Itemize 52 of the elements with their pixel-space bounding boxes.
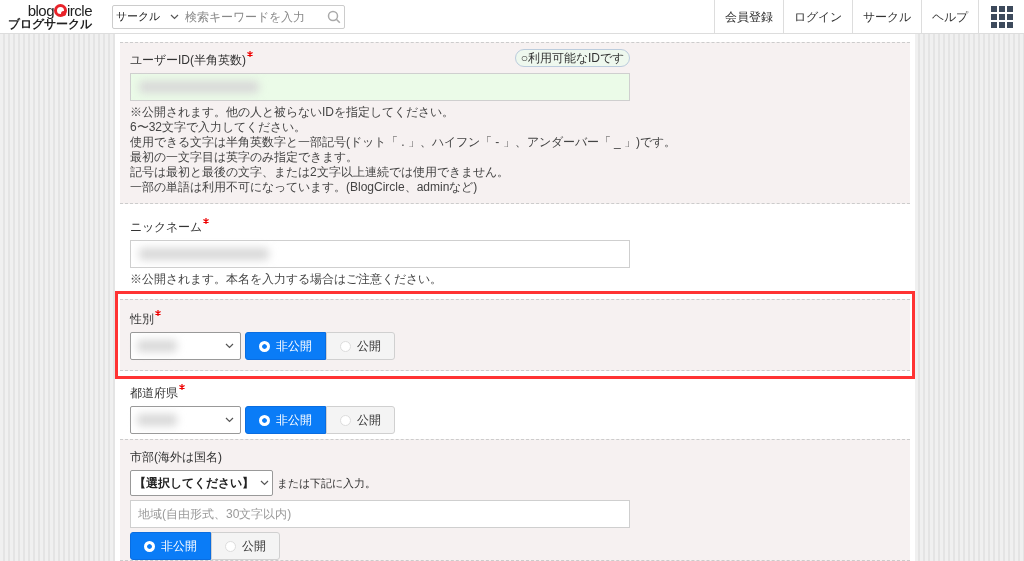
radio-icon (340, 414, 351, 426)
visibility-option[interactable]: 公開 (211, 532, 280, 560)
nickname-field[interactable] (130, 240, 630, 268)
search-bar[interactable]: サークル 検索キーワードを入力 (112, 4, 345, 29)
visibility-option[interactable]: 公開 (326, 406, 395, 434)
chevron-down-icon (225, 417, 234, 423)
chevron-down-icon (225, 343, 234, 349)
nav-link[interactable]: 会員登録 (714, 0, 783, 33)
radio-checked-icon (259, 340, 270, 352)
radio-checked-icon (259, 414, 270, 426)
asterisk-icon (179, 384, 185, 390)
visibility-option[interactable]: 非公開 (245, 332, 326, 360)
visibility-option[interactable]: 公開 (326, 332, 395, 360)
category-select[interactable]: サークル (116, 8, 164, 25)
user-id-field[interactable] (130, 73, 630, 101)
help-text: 最初の一文字目は英字のみ指定できます。 (130, 150, 359, 165)
help-text: 記号は最初と最後の文字、または2文字以上連続では使用できません。 (130, 165, 510, 180)
region-field[interactable]: 地域(自由形式、30文字以内) (130, 500, 630, 528)
help-text: ※公開されます。本名を入力する場合はご注意ください。 (130, 272, 443, 287)
field-label: ニックネーム (130, 219, 202, 236)
help-text: 使用できる文字は半角英数字と一部記号(ドット「 . 」、ハイフン「 - 」、アンダーバー「 _ 」)です。 (130, 135, 677, 150)
asterisk-icon (155, 310, 161, 316)
circle-logo-icon (54, 4, 67, 17)
asterisk-icon (247, 51, 253, 57)
chevron-down-icon (260, 480, 269, 486)
select-field[interactable] (130, 406, 241, 434)
asterisk-icon (203, 218, 209, 224)
field-label: ユーザーID(半角英数) (130, 52, 246, 69)
select-field[interactable] (130, 332, 241, 360)
field-label: 市部(海外は国名) (130, 449, 222, 466)
radio-checked-icon (144, 540, 155, 552)
radio-icon (340, 340, 351, 352)
help-text: 6〜32文字で入力してください。 (130, 120, 308, 135)
visibility-option[interactable]: 非公開 (245, 406, 326, 434)
help-text: 一部の単語は利用不可になっています。(BlogCircle、adminなど) (130, 180, 479, 195)
select-field[interactable]: 【選択してください】 (130, 470, 273, 496)
visibility-option[interactable]: 非公開 (130, 532, 211, 560)
blurred-value (137, 340, 177, 352)
search-field[interactable]: 検索キーワードを入力 (185, 7, 321, 26)
field-label: 都道府県 (130, 385, 178, 402)
logo[interactable]: blog ircle ブログサークル (8, 3, 92, 30)
blurred-value (137, 414, 177, 426)
availability-badge: ○利用可能なIDです (514, 49, 630, 67)
nav-link[interactable]: ヘルプ (921, 0, 978, 33)
help-text: ※公開されます。他の人と被らないIDを指定してください。 (130, 105, 455, 120)
nav-link[interactable]: ログイン (783, 0, 852, 33)
search-icon (327, 9, 341, 24)
chevron-down-icon (170, 13, 179, 20)
helper-text: または下記に入力。 (277, 475, 376, 491)
nav-link[interactable]: サークル (852, 0, 921, 33)
radio-icon (225, 540, 236, 552)
field-label: 性別 (130, 311, 154, 328)
